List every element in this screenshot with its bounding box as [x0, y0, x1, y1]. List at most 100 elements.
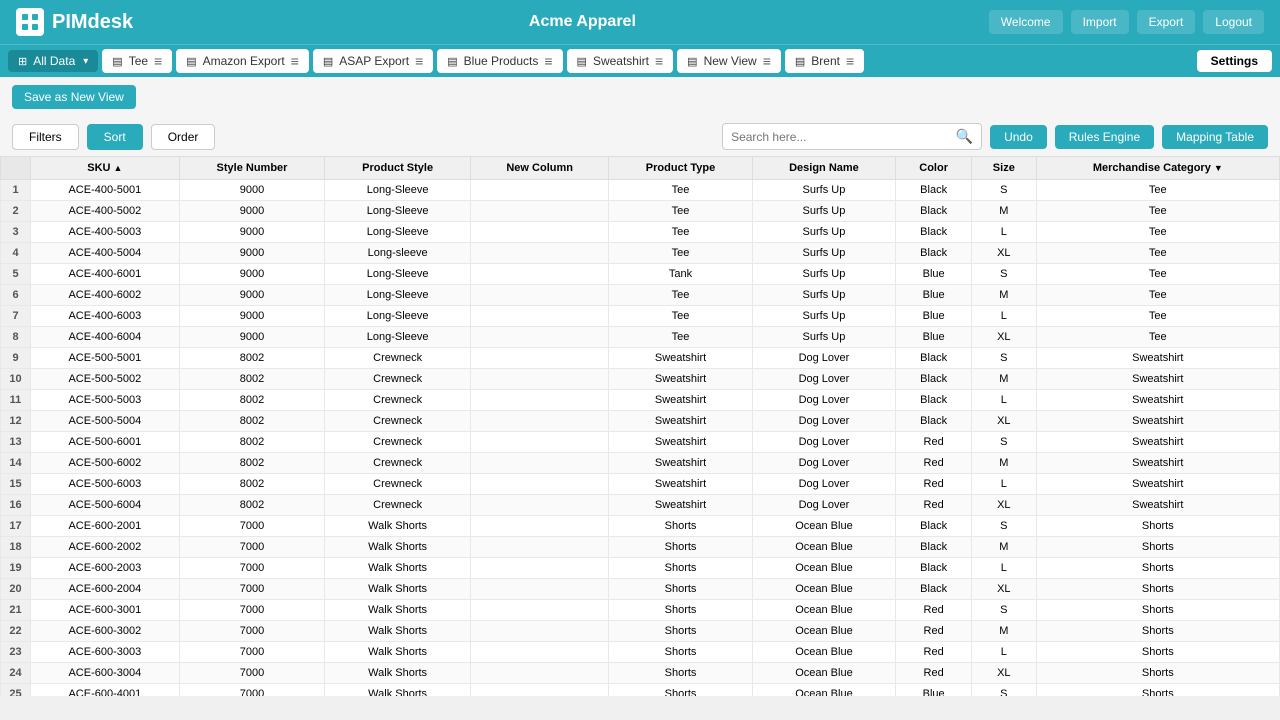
tab-blue-products[interactable]: ▤ Blue Products ≡: [437, 49, 562, 73]
cell-color: Blue: [896, 306, 972, 327]
cell-merchandise-category: Tee: [1036, 201, 1279, 222]
tab-amazon-menu[interactable]: ≡: [291, 53, 299, 69]
cell-style-number: 7000: [179, 558, 325, 579]
tab-amazon-export[interactable]: ▤ Amazon Export ≡: [176, 49, 309, 73]
mapping-table-button[interactable]: Mapping Table: [1162, 125, 1268, 149]
sort-button[interactable]: Sort: [87, 124, 143, 150]
settings-button[interactable]: Settings: [1197, 50, 1272, 72]
tab-tee[interactable]: ▤ Tee ≡: [102, 49, 172, 73]
cell-product-type: Tee: [609, 180, 752, 201]
cell-merchandise-category: Shorts: [1036, 537, 1279, 558]
cell-design-name: Surfs Up: [752, 264, 896, 285]
cell-product-type: Shorts: [609, 642, 752, 663]
cell-new-column: [470, 180, 609, 201]
row-number: 3: [1, 222, 31, 243]
cell-size: XL: [972, 495, 1037, 516]
tab-sweatshirt[interactable]: ▤ Sweatshirt ≡: [567, 49, 674, 73]
cell-product-type: Shorts: [609, 621, 752, 642]
cell-product-type: Sweatshirt: [609, 390, 752, 411]
cell-sku: ACE-600-4001: [31, 684, 180, 697]
cell-merchandise-category: Tee: [1036, 243, 1279, 264]
import-button[interactable]: Import: [1071, 10, 1129, 34]
cell-product-type: Tee: [609, 285, 752, 306]
table-icon-5: ▤: [577, 55, 587, 68]
cell-product-style: Long-Sleeve: [325, 180, 471, 201]
row-number: 19: [1, 558, 31, 579]
col-size[interactable]: Size: [972, 157, 1037, 180]
col-color[interactable]: Color: [896, 157, 972, 180]
table-row: 22ACE-600-30027000Walk ShortsShortsOcean…: [1, 621, 1280, 642]
tab-brent[interactable]: ▤ Brent ≡: [785, 49, 864, 73]
cell-sku: ACE-400-6004: [31, 327, 180, 348]
cell-new-column: [470, 222, 609, 243]
tab-new-view[interactable]: ▤ New View ≡: [677, 49, 781, 73]
cell-merchandise-category: Tee: [1036, 264, 1279, 285]
table-row: 5ACE-400-60019000Long-SleeveTankSurfs Up…: [1, 264, 1280, 285]
tab-blue-menu[interactable]: ≡: [544, 53, 552, 69]
welcome-button[interactable]: Welcome: [989, 10, 1063, 34]
table-row: 4ACE-400-50049000Long-sleeveTeeSurfs UpB…: [1, 243, 1280, 264]
tab-tee-menu[interactable]: ≡: [154, 53, 162, 69]
cell-product-style: Long-Sleeve: [325, 222, 471, 243]
tab-sweatshirt-menu[interactable]: ≡: [655, 53, 663, 69]
table-row: 2ACE-400-50029000Long-SleeveTeeSurfs UpB…: [1, 201, 1280, 222]
cell-product-type: Tank: [609, 264, 752, 285]
col-style-number[interactable]: Style Number: [179, 157, 325, 180]
cell-new-column: [470, 558, 609, 579]
tab-asap-export[interactable]: ▤ ASAP Export ≡: [313, 49, 433, 73]
save-view-button[interactable]: Save as New View: [12, 85, 136, 109]
cell-product-style: Crewneck: [325, 369, 471, 390]
cell-style-number: 9000: [179, 222, 325, 243]
cell-size: S: [972, 684, 1037, 697]
cell-product-style: Walk Shorts: [325, 621, 471, 642]
cell-design-name: Surfs Up: [752, 201, 896, 222]
tab-tee-label: Tee: [129, 54, 148, 68]
col-product-style[interactable]: Product Style: [325, 157, 471, 180]
app-header: PIMdesk Acme Apparel Welcome Import Expo…: [0, 0, 1280, 44]
cell-style-number: 7000: [179, 663, 325, 684]
tab-new-view-menu[interactable]: ≡: [763, 53, 771, 69]
cell-merchandise-category: Shorts: [1036, 621, 1279, 642]
cell-size: S: [972, 348, 1037, 369]
tab-asap-menu[interactable]: ≡: [415, 53, 423, 69]
cell-product-style: Long-Sleeve: [325, 201, 471, 222]
cell-style-number: 8002: [179, 348, 325, 369]
cell-new-column: [470, 621, 609, 642]
cell-design-name: Ocean Blue: [752, 516, 896, 537]
export-button[interactable]: Export: [1137, 10, 1196, 34]
cell-style-number: 8002: [179, 495, 325, 516]
cell-color: Black: [896, 222, 972, 243]
tab-asap-label: ASAP Export: [339, 54, 409, 68]
col-merchandise-category[interactable]: Merchandise Category▼: [1036, 157, 1279, 180]
order-button[interactable]: Order: [151, 124, 216, 150]
col-design-name[interactable]: Design Name: [752, 157, 896, 180]
cell-style-number: 8002: [179, 453, 325, 474]
row-number: 24: [1, 663, 31, 684]
sort-icon-sku: ▲: [114, 163, 123, 173]
header-actions: Welcome Import Export Logout: [989, 10, 1264, 34]
table-row: 17ACE-600-20017000Walk ShortsShortsOcean…: [1, 516, 1280, 537]
col-new-column[interactable]: New Column: [470, 157, 609, 180]
tab-brent-menu[interactable]: ≡: [846, 53, 854, 69]
cell-color: Black: [896, 516, 972, 537]
table-icon-6: ▤: [687, 55, 697, 68]
cell-size: S: [972, 180, 1037, 201]
tab-all-data[interactable]: ⊞ All Data ▾: [8, 50, 98, 72]
filters-button[interactable]: Filters: [12, 124, 79, 150]
data-table: SKU▲ Style Number Product Style New Colu…: [0, 156, 1280, 696]
rules-engine-button[interactable]: Rules Engine: [1055, 125, 1154, 149]
cell-product-type: Sweatshirt: [609, 411, 752, 432]
col-sku[interactable]: SKU▲: [31, 157, 180, 180]
undo-button[interactable]: Undo: [990, 125, 1047, 149]
search-input[interactable]: [731, 130, 956, 144]
cell-new-column: [470, 327, 609, 348]
cell-style-number: 9000: [179, 306, 325, 327]
cell-merchandise-category: Sweatshirt: [1036, 369, 1279, 390]
cell-new-column: [470, 369, 609, 390]
cell-new-column: [470, 264, 609, 285]
cell-color: Blue: [896, 285, 972, 306]
col-product-type[interactable]: Product Type: [609, 157, 752, 180]
row-number: 14: [1, 453, 31, 474]
logout-button[interactable]: Logout: [1203, 10, 1264, 34]
cell-product-style: Long-Sleeve: [325, 327, 471, 348]
